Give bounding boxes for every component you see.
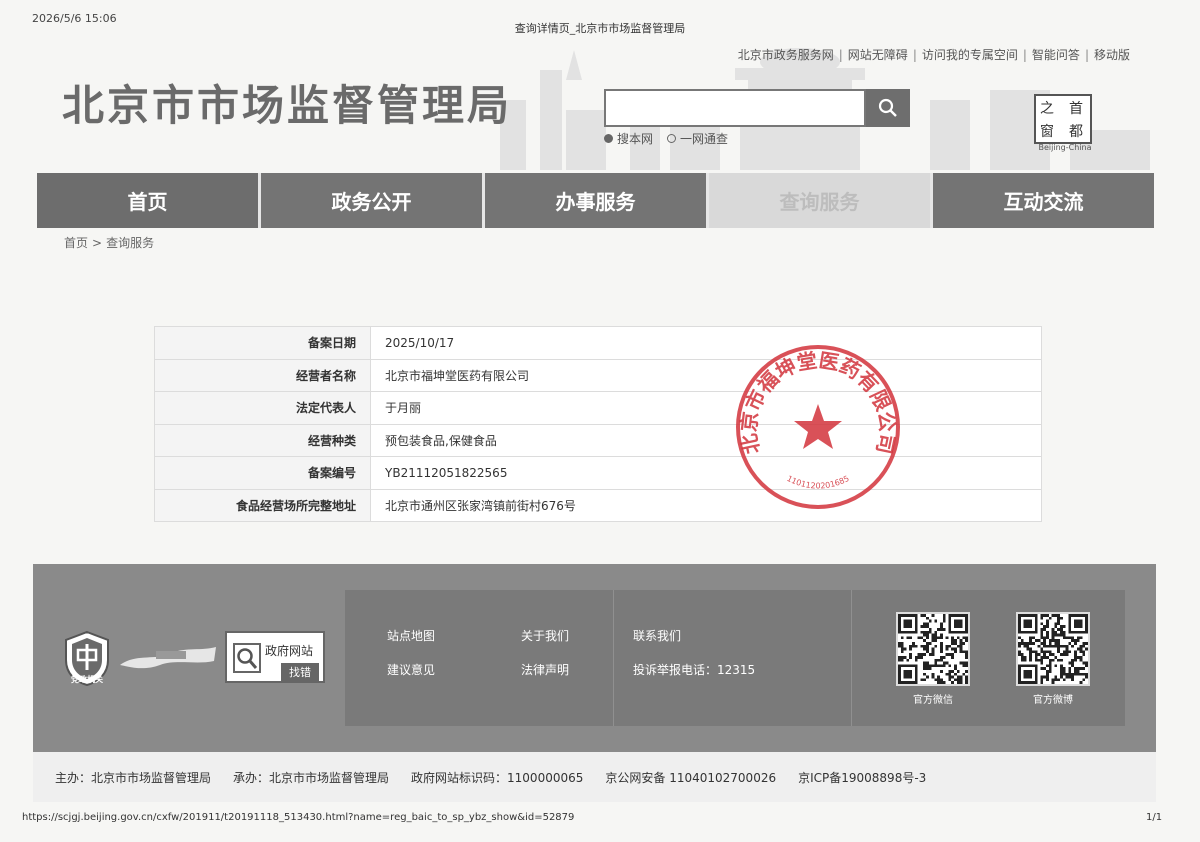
nav-item-query[interactable]: 查询服务: [709, 173, 933, 228]
findbug-line2: 找错: [281, 663, 319, 681]
weibo-qr-code: [1016, 612, 1090, 686]
search-icon: [878, 98, 897, 117]
logo-char: 首: [1069, 101, 1083, 117]
radio-unselected-icon: [667, 134, 677, 143]
logo-char: 之: [1040, 101, 1054, 117]
footer-sponsor: 主办：北京市市场监督管理局: [55, 770, 212, 785]
footer-organizer: 承办：北京市市场监督管理局: [233, 770, 390, 785]
wechat-qr-code: [896, 612, 970, 686]
findbug-line1: 政府网站: [265, 644, 314, 658]
capital-window-logo: 之 首 窗 都: [1034, 94, 1092, 144]
field-value: 北京市通州区张家湾镇前街村676号: [370, 488, 1042, 522]
footer-complaint-phone: 投诉举报电话：12315: [633, 663, 756, 677]
footer-link-sitemap[interactable]: 站点地图: [387, 627, 435, 644]
footer-link-legal[interactable]: 法律声明: [521, 661, 569, 678]
footer-divider: [613, 590, 614, 726]
company-seal-stamp: 北京市福坤堂医药有限公司 1101120201685: [736, 345, 900, 509]
footer-divider: [851, 590, 852, 726]
wechat-qr-caption: 官方微信: [913, 695, 953, 706]
table-row: 食品经营场所完整地址 北京市通州区张家湾镇前街村676号: [154, 488, 1042, 522]
table-row: 经营种类 预包装食品,保健食品: [154, 423, 1042, 457]
magnifier-icon: [233, 643, 261, 673]
field-value: 于月丽: [370, 391, 1042, 425]
breadcrumb-current: 查询服务: [106, 236, 155, 250]
field-label: 备案日期: [154, 326, 371, 360]
search-scope-site[interactable]: 搜本网: [604, 130, 653, 147]
logo-char: 都: [1069, 124, 1083, 140]
emblem-caption: 党政机关: [71, 675, 103, 684]
footer-icp-record[interactable]: 京ICP备19008898号-3: [798, 769, 926, 786]
nav-item-home[interactable]: 首页: [37, 173, 261, 228]
footer-copyright-bar: 主办：北京市市场监督管理局 承办：北京市市场监督管理局 政府网站标识码：1100…: [33, 752, 1156, 802]
logo-char: 窗: [1040, 124, 1054, 140]
table-row: 备案编号 YB21112051822565: [154, 456, 1042, 490]
breadcrumb-home[interactable]: 首页: [64, 236, 88, 250]
field-label: 备案编号: [154, 456, 371, 490]
search-scope-site-label: 搜本网: [617, 132, 654, 146]
field-label: 经营者名称: [154, 358, 371, 392]
capital-logo-caption: Beijing-China: [1038, 143, 1092, 152]
field-value: 北京市福坤堂医药有限公司: [370, 358, 1042, 392]
link-separator: |: [838, 48, 843, 62]
record-table: 备案日期 2025/10/17 经营者名称 北京市福坤堂医药有限公司 法定代表人…: [154, 326, 1042, 522]
footer-link-about[interactable]: 关于我们: [521, 627, 569, 644]
top-link-mobile[interactable]: 移动版: [1094, 46, 1130, 63]
site-title: 北京市市场监督管理局: [62, 81, 513, 130]
seal-star-icon: [794, 404, 842, 449]
table-row: 备案日期 2025/10/17: [154, 326, 1042, 360]
top-link-my-space[interactable]: 访问我的专属空间: [922, 46, 1018, 63]
search-scope-all-label: 一网通查: [680, 132, 729, 146]
weibo-qr-caption: 官方微博: [1033, 695, 1073, 706]
field-label: 法定代表人: [154, 391, 371, 425]
gov-site-findbug-badge[interactable]: 政府网站 找错: [225, 631, 325, 683]
svg-text:1101120201685: 1101120201685: [785, 474, 850, 491]
field-value: 预包装食品,保健食品: [370, 423, 1042, 457]
top-links: 北京市政务服务网 | 网站无障碍 | 访问我的专属空间 | 智能问答 | 移动版: [700, 46, 1130, 63]
search-input[interactable]: [604, 89, 866, 127]
nav-item-services[interactable]: 办事服务: [485, 173, 709, 228]
nav-item-gov-affairs[interactable]: 政务公开: [261, 173, 485, 228]
search-button[interactable]: [866, 89, 910, 127]
radio-selected-icon: [604, 134, 613, 143]
top-link-gov-service[interactable]: 北京市政务服务网: [738, 46, 834, 63]
table-row: 法定代表人 于月丽: [154, 391, 1042, 425]
breadcrumb-separator: >: [92, 236, 103, 250]
footer-contact-title[interactable]: 联系我们: [633, 627, 681, 644]
print-url: https://scjgj.beijing.gov.cn/cxfw/201911…: [22, 812, 575, 823]
link-separator: |: [1022, 48, 1027, 62]
print-page-number: 1/1: [1146, 812, 1163, 823]
field-label: 食品经营场所完整地址: [154, 488, 371, 522]
gov-site-mark-icon: [120, 647, 216, 669]
field-value: YB21112051822565: [370, 456, 1042, 490]
footer-site-id: 政府网站标识码：1100000065: [411, 770, 584, 785]
search-scope-all[interactable]: 一网通查: [667, 130, 728, 147]
top-link-smart-qa[interactable]: 智能问答: [1032, 46, 1080, 63]
footer-links-panel: [345, 590, 1125, 726]
link-separator: |: [912, 48, 917, 62]
top-link-accessibility[interactable]: 网站无障碍: [848, 46, 908, 63]
field-label: 经营种类: [154, 423, 371, 457]
link-separator: |: [1084, 48, 1089, 62]
field-value: 2025/10/17: [370, 326, 1042, 360]
svg-text:北京市福坤堂医药有限公司: 北京市福坤堂医药有限公司: [736, 348, 899, 456]
footer-police-record[interactable]: 京公网安备 11040102700026: [605, 769, 776, 786]
footer-link-feedback[interactable]: 建议意见: [387, 661, 435, 678]
main-nav: 首页 政务公开 办事服务 查询服务 互动交流: [37, 173, 1154, 228]
search-scope-options: 搜本网 一网通查: [604, 130, 728, 147]
print-page-title: 查询详情页_北京市市场监督管理局: [514, 22, 686, 35]
breadcrumb: 首页 > 查询服务: [64, 234, 154, 251]
nav-item-interaction[interactable]: 互动交流: [933, 173, 1154, 228]
table-row: 经营者名称 北京市福坤堂医药有限公司: [154, 358, 1042, 392]
